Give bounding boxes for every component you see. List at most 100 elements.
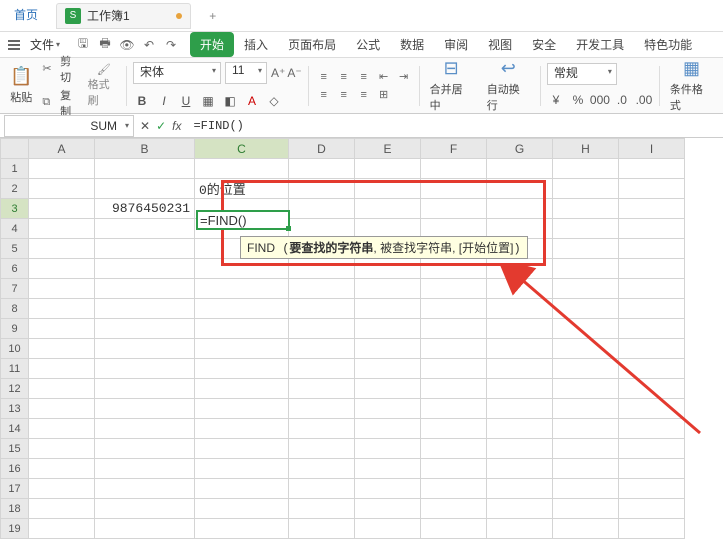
active-cell-editor[interactable]: =FIND()	[196, 210, 290, 230]
select-all-corner[interactable]	[1, 139, 29, 159]
col-header[interactable]: D	[289, 139, 355, 159]
tab-formula[interactable]: 公式	[346, 32, 390, 57]
col-header[interactable]: I	[619, 139, 685, 159]
redo-icon[interactable]: ↷	[162, 36, 180, 54]
dec-inc-icon[interactable]: .0	[613, 91, 631, 109]
tab-document[interactable]: S 工作簿1	[56, 3, 191, 29]
row-header[interactable]: 12	[1, 379, 29, 399]
col-header[interactable]: F	[421, 139, 487, 159]
undo-icon[interactable]: ↶	[140, 36, 158, 54]
row-header[interactable]: 2	[1, 179, 29, 199]
row-header[interactable]: 8	[1, 299, 29, 319]
cancel-formula-icon[interactable]: ✕	[140, 119, 150, 133]
wrap-icon: ↩	[501, 58, 516, 79]
format-painter-button[interactable]: 🖌 格式刷	[88, 63, 120, 108]
print-icon[interactable]: 🖶	[96, 36, 114, 54]
fx-icon[interactable]: fx	[172, 119, 181, 133]
merge-split-icon[interactable]: ⊞	[375, 87, 393, 103]
font-color-button[interactable]: A	[243, 92, 261, 110]
copy-icon: ⧉	[42, 96, 56, 109]
cell-C2[interactable]: 0的位置	[195, 179, 289, 199]
tab-devtools[interactable]: 开发工具	[566, 32, 634, 57]
align-group: ≡ ≡ ≡ ⇤ ⇥ ≡ ≡ ≡ ⊞	[315, 69, 413, 103]
row-header[interactable]: 14	[1, 419, 29, 439]
tab-data[interactable]: 数据	[390, 32, 434, 57]
tab-layout[interactable]: 页面布局	[278, 32, 346, 57]
clear-format-button[interactable]: ◇	[265, 92, 283, 110]
col-header[interactable]: B	[95, 139, 195, 159]
row-header[interactable]: 3	[1, 199, 29, 219]
paste-button[interactable]: 📋 粘贴	[6, 64, 36, 107]
col-header[interactable]: G	[487, 139, 553, 159]
tab-special[interactable]: 特色功能	[634, 32, 702, 57]
col-header[interactable]: E	[355, 139, 421, 159]
row-header[interactable]: 7	[1, 279, 29, 299]
row-header[interactable]: 15	[1, 439, 29, 459]
name-box[interactable]: SUM	[4, 115, 134, 137]
spreadsheet-grid[interactable]: A B C D E F G H I 1 20的位置 39876450231 4 …	[0, 138, 685, 539]
align-right-icon[interactable]: ≡	[355, 87, 373, 103]
decrease-font-icon[interactable]: A⁻	[287, 66, 301, 80]
align-center-icon[interactable]: ≡	[335, 87, 353, 103]
formula-input[interactable]: =FIND()	[187, 119, 723, 133]
increase-font-icon[interactable]: A⁺	[271, 66, 285, 80]
save-icon[interactable]: 🖫	[74, 36, 92, 54]
paste-icon: 📋	[10, 66, 32, 87]
row-header[interactable]: 11	[1, 359, 29, 379]
indent-dec-icon[interactable]: ⇤	[375, 69, 393, 85]
cell-B3[interactable]: 9876450231	[95, 199, 195, 219]
col-header[interactable]: A	[29, 139, 95, 159]
align-bot-icon[interactable]: ≡	[355, 69, 373, 85]
tab-start[interactable]: 开始	[190, 32, 234, 57]
underline-button[interactable]: U	[177, 92, 195, 110]
row-header[interactable]: 13	[1, 399, 29, 419]
merge-icon: ⊟	[444, 58, 459, 79]
spreadsheet-icon: S	[65, 8, 81, 24]
accept-formula-icon[interactable]: ✓	[156, 119, 166, 133]
align-mid-icon[interactable]: ≡	[335, 69, 353, 85]
row-header[interactable]: 5	[1, 239, 29, 259]
ribbon-tabs: 开始 插入 页面布局 公式 数据 审阅 视图 安全 开发工具 特色功能	[190, 32, 702, 57]
tab-view[interactable]: 视图	[478, 32, 522, 57]
tab-home[interactable]: 首页	[0, 0, 52, 32]
number-format-select[interactable]: 常规	[547, 63, 617, 85]
percent-icon[interactable]: %	[569, 91, 587, 109]
bold-button[interactable]: B	[133, 92, 151, 110]
indent-inc-icon[interactable]: ⇥	[395, 69, 413, 85]
row-header[interactable]: 16	[1, 459, 29, 479]
row-header[interactable]: 6	[1, 259, 29, 279]
tab-insert[interactable]: 插入	[234, 32, 278, 57]
font-size-select[interactable]: 11	[225, 62, 267, 84]
row-header[interactable]: 18	[1, 499, 29, 519]
function-tooltip: FIND (要查找的字符串, 被查找字符串, [开始位置])	[240, 236, 528, 259]
dec-dec-icon[interactable]: .00	[635, 91, 653, 109]
font-name-select[interactable]: 宋体	[133, 62, 221, 84]
tab-review[interactable]: 审阅	[434, 32, 478, 57]
unsaved-dot-icon	[176, 13, 182, 19]
row-header[interactable]: 1	[1, 159, 29, 179]
cut-button[interactable]: ✂剪切	[42, 53, 81, 85]
doc-title: 工作簿1	[87, 7, 130, 24]
brush-icon: 🖌	[97, 63, 111, 76]
menu-icon[interactable]	[6, 38, 22, 52]
row-header[interactable]: 10	[1, 339, 29, 359]
row-header[interactable]: 17	[1, 479, 29, 499]
merge-center-button[interactable]: ⊟ 合并居中	[426, 56, 477, 115]
align-top-icon[interactable]: ≡	[315, 69, 333, 85]
row-header[interactable]: 9	[1, 319, 29, 339]
comma-icon[interactable]: 000	[591, 91, 609, 109]
row-header[interactable]: 4	[1, 219, 29, 239]
tab-security[interactable]: 安全	[522, 32, 566, 57]
separator	[308, 66, 309, 106]
align-left-icon[interactable]: ≡	[315, 87, 333, 103]
wrap-text-button[interactable]: ↩ 自动换行	[483, 56, 534, 115]
currency-icon[interactable]: ¥	[547, 91, 565, 109]
preview-icon[interactable]: 👁	[118, 36, 136, 54]
cond-format-button[interactable]: ▦ 条件格式	[666, 56, 717, 115]
add-tab-button[interactable]: +	[199, 2, 227, 30]
italic-button[interactable]: I	[155, 92, 173, 110]
border-button[interactable]: ▦	[199, 92, 217, 110]
col-header[interactable]: H	[553, 139, 619, 159]
col-header[interactable]: C	[195, 139, 289, 159]
fill-color-button[interactable]: ◧	[221, 92, 239, 110]
